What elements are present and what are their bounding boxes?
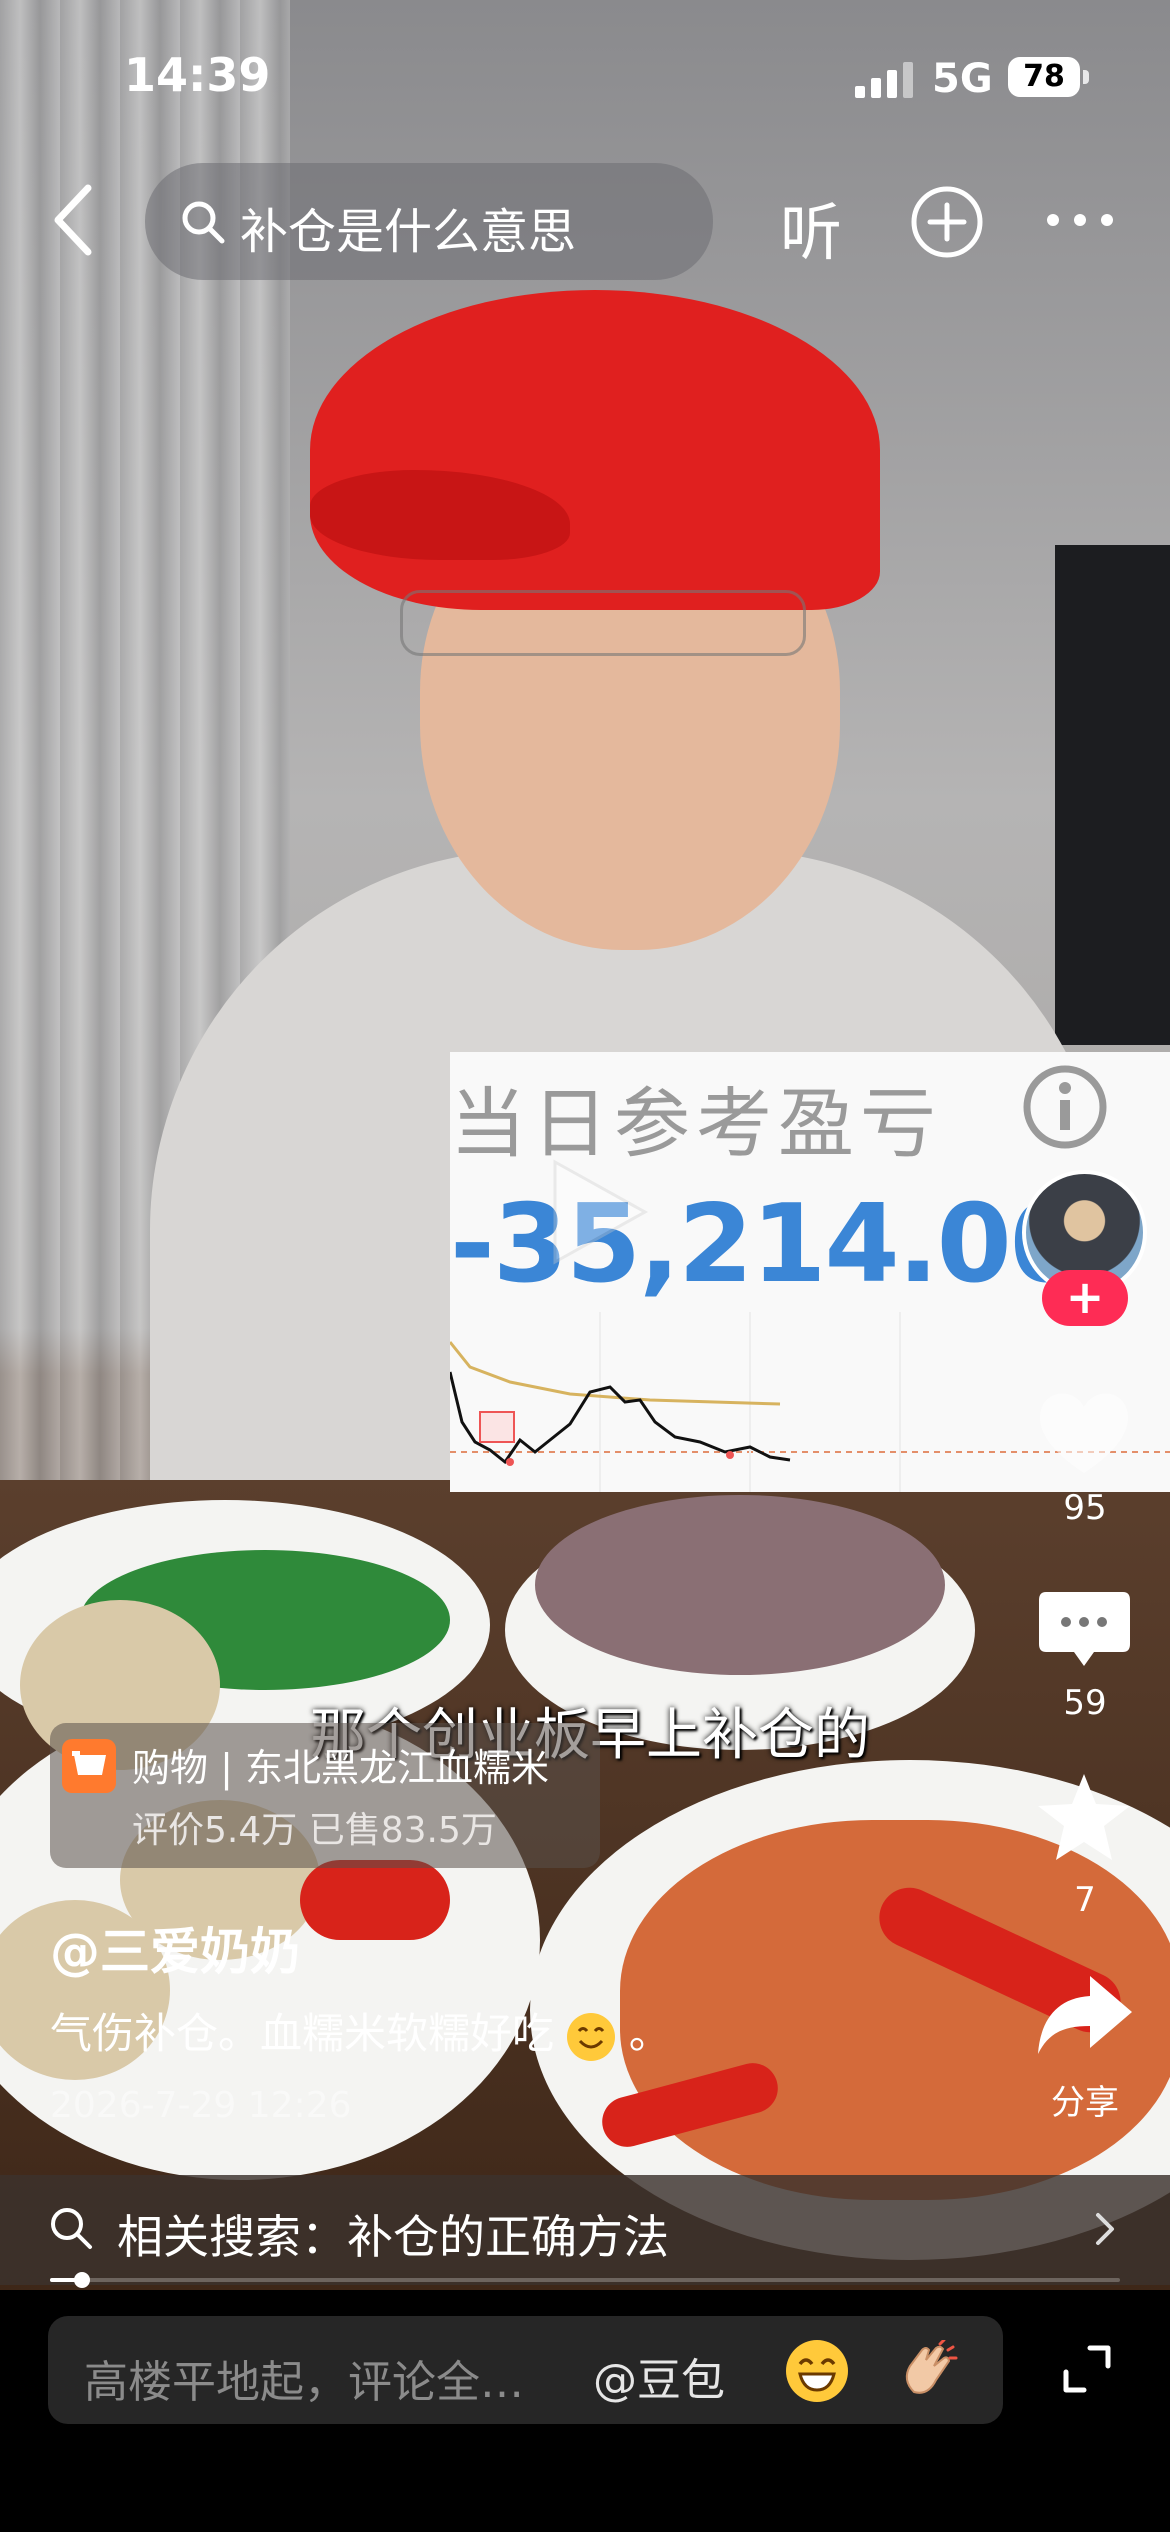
stock-label: 当日参考盈亏	[450, 1079, 942, 1168]
description-suffix: 。	[628, 2009, 671, 2058]
product-card[interactable]: 购物 | 东北黑龙江血糯米 评价5.4万 已售83.5万	[50, 1723, 600, 1868]
red-cap	[310, 290, 880, 610]
status-time: 14:39	[124, 48, 271, 102]
comment-placeholder: 高楼平地起，评论全…	[84, 2357, 524, 2408]
listen-button[interactable]: 听	[780, 182, 842, 272]
post-description: 气伤补仓。血糯米软糯好吃 。	[50, 2000, 671, 2061]
battery-cap	[1083, 70, 1089, 84]
author-name[interactable]: @三爱奶奶	[50, 1912, 300, 1984]
fullscreen-icon[interactable]	[1060, 2342, 1114, 2396]
description-text: 气伤补仓。血糯米软糯好吃	[50, 2009, 555, 2058]
cart-icon	[62, 1739, 116, 1793]
product-title: 购物 | 东北黑龙江血糯米	[132, 1746, 549, 1790]
smile-emoji-icon	[567, 2012, 616, 2061]
clap-emoji-icon[interactable]	[896, 2340, 958, 2402]
video-progress-track[interactable]	[50, 2278, 1120, 2282]
more-icon[interactable]	[1045, 200, 1115, 240]
signal-icon	[855, 62, 917, 98]
battery-icon: 78	[1008, 57, 1080, 97]
add-circle-icon[interactable]	[910, 185, 984, 259]
back-arrow-icon[interactable]	[46, 180, 106, 260]
search-bar[interactable]: 补仓是什么意思	[145, 163, 713, 280]
product-stats: 评价5.4万 已售83.5万	[132, 1810, 497, 1851]
network-type: 5G	[932, 56, 993, 102]
mention-button[interactable]: @豆包	[593, 2344, 725, 2408]
glasses	[400, 590, 806, 656]
search-icon	[51, 2208, 92, 2249]
red-pepper	[300, 1860, 450, 1940]
share-label: 分享	[1051, 2083, 1119, 2123]
grin-emoji-icon[interactable]	[786, 2340, 848, 2402]
info-icon	[1023, 1065, 1107, 1149]
related-search-text: 相关搜索：补仓的正确方法	[117, 2210, 669, 2264]
comment-icon[interactable]	[1032, 1582, 1137, 1677]
post-date: 2026-7-29 12:26	[50, 2085, 352, 2126]
status-bar: 14:39 5G 78	[0, 0, 1170, 150]
like-count: 95	[1063, 1488, 1107, 1528]
chevron-right-icon	[1096, 2213, 1114, 2245]
follow-plus-button[interactable]: +	[1042, 1270, 1128, 1326]
play-icon	[553, 1159, 649, 1265]
search-query: 补仓是什么意思	[240, 204, 577, 260]
star-icon[interactable]	[1032, 1770, 1137, 1865]
share-icon[interactable]	[1032, 1968, 1137, 2063]
search-icon	[182, 201, 225, 244]
comment-count: 59	[1063, 1683, 1107, 1723]
comment-input[interactable]: 高楼平地起，评论全… @豆包	[48, 2316, 1003, 2424]
tv-background	[1055, 545, 1170, 1045]
video-progress-handle[interactable]	[74, 2272, 90, 2288]
purple-rice	[535, 1495, 945, 1675]
related-search-bar[interactable]: 相关搜索：补仓的正确方法	[0, 2175, 1170, 2285]
favorite-count: 7	[1074, 1880, 1096, 1920]
heart-icon[interactable]	[1032, 1385, 1137, 1480]
